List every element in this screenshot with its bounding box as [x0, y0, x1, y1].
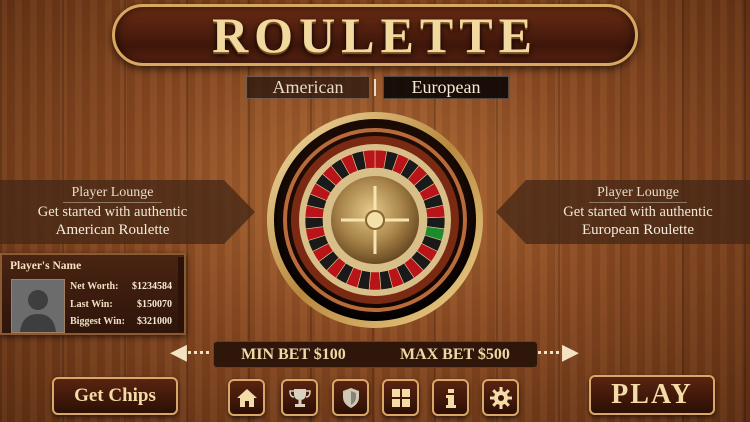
european-lounge-banner[interactable]: Player Lounge Get started with authentic…: [496, 180, 750, 244]
lounge-title: Player Lounge: [63, 185, 162, 203]
lounge-variant-name: American Roulette: [55, 222, 170, 238]
net-worth-label: Net Worth:: [70, 281, 119, 292]
game-screen: ROULETTE American European Player Lounge…: [0, 0, 750, 422]
american-lounge-banner[interactable]: Player Lounge Get started with authentic…: [0, 180, 255, 244]
get-chips-label: Get Chips: [74, 385, 156, 406]
lounge-variant-name: European Roulette: [581, 222, 695, 238]
biggest-win-label: Biggest Win:: [70, 316, 125, 327]
lounge-description: Get started with authentic: [37, 204, 188, 220]
shield-button[interactable]: [332, 379, 369, 416]
roulette-wheel-graphic: [267, 112, 483, 328]
net-worth-value: $1234584: [132, 281, 172, 292]
avatar-silhouette-icon: [12, 280, 64, 332]
avatar[interactable]: [11, 279, 65, 333]
last-win-value: $150070: [137, 299, 172, 310]
wheel-pocket: [304, 216, 324, 230]
play-button[interactable]: PLAY: [589, 375, 715, 415]
info-icon: [445, 388, 456, 408]
home-button[interactable]: [228, 379, 265, 416]
shield-icon: [342, 387, 359, 408]
lounge-description: Get started with authentic: [563, 204, 713, 220]
variant-separator: [374, 79, 376, 96]
gear-icon: [489, 386, 512, 409]
american-variant-tab[interactable]: American: [246, 76, 370, 99]
biggest-win-value: $321000: [137, 316, 172, 327]
trophy-icon: [288, 388, 311, 407]
title-plaque: ROULETTE: [112, 4, 638, 66]
info-button[interactable]: [432, 379, 469, 416]
lounge-title: Player Lounge: [588, 185, 688, 203]
min-bet: MIN BET $100: [241, 345, 346, 363]
get-chips-button[interactable]: Get Chips: [52, 377, 178, 415]
bet-increase-arrow[interactable]: ▶: [562, 340, 579, 365]
grid-icon: [391, 388, 410, 407]
game-title: ROULETTE: [212, 7, 538, 63]
last-win-label: Last Win:: [70, 299, 113, 310]
trophy-button[interactable]: [281, 379, 318, 416]
home-icon: [236, 388, 257, 407]
max-bet: MAX BET $500: [399, 345, 510, 363]
player-info-panel: Player's Name Net Worth: $1234584 Last W…: [0, 253, 186, 335]
panel-edge: [178, 257, 184, 331]
wheel-hub: [365, 210, 385, 230]
bet-dots-left: [182, 351, 212, 354]
play-label: PLAY: [611, 379, 693, 410]
wheel-pocket: [368, 271, 382, 291]
roulette-wheel[interactable]: [265, 110, 485, 330]
european-variant-tab[interactable]: European: [383, 76, 509, 99]
player-name: Player's Name: [10, 260, 82, 272]
menu-grid-button[interactable]: [382, 379, 419, 416]
bet-limits-bar: MIN BET $100 MAX BET $500: [213, 341, 538, 368]
settings-button[interactable]: [482, 379, 519, 416]
